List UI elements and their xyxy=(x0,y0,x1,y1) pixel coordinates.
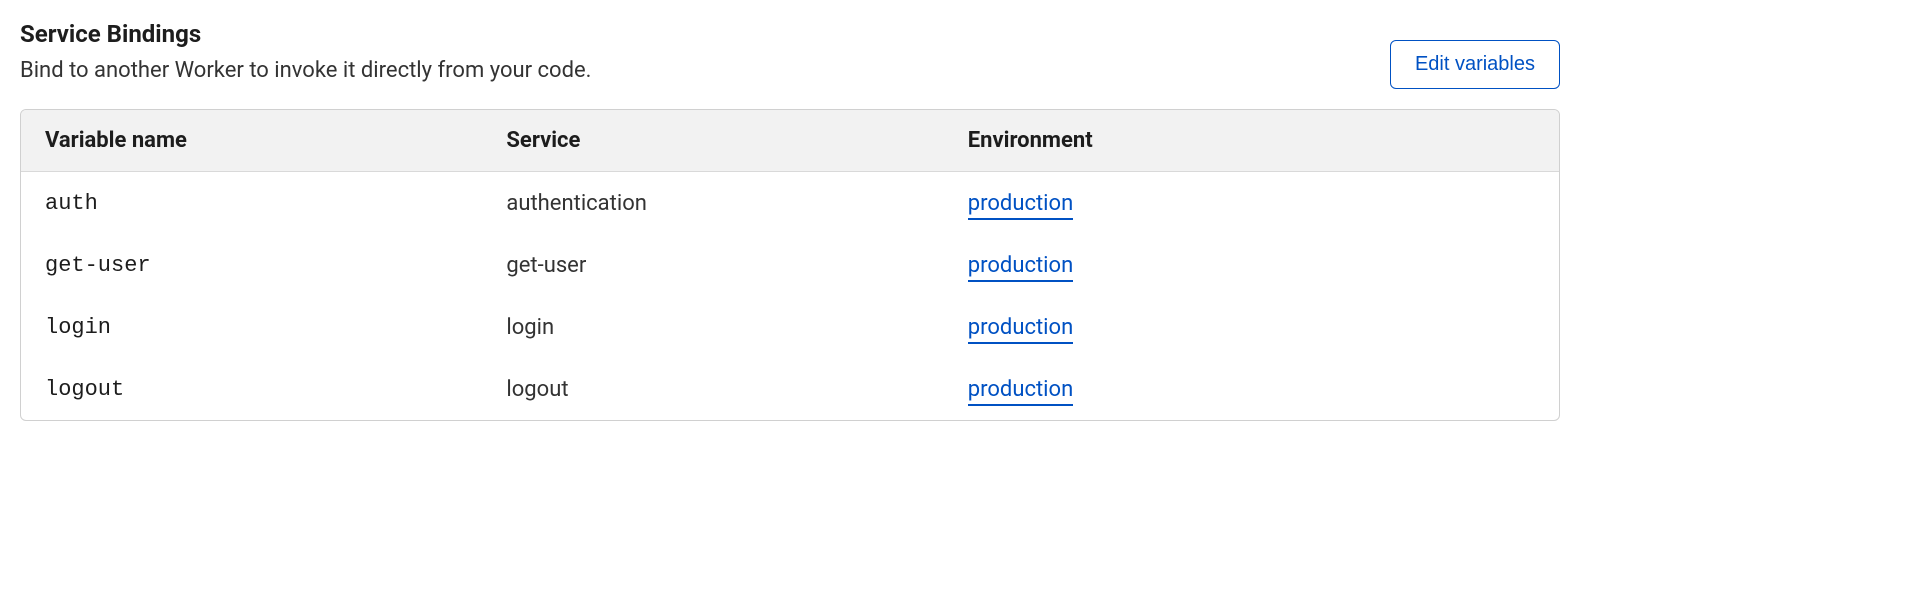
bindings-table: Variable name Service Environment auth a… xyxy=(21,110,1559,420)
variable-name-cell: login xyxy=(21,296,482,358)
environment-cell: production xyxy=(944,296,1559,358)
table-row: logout logout production xyxy=(21,358,1559,420)
service-bindings-section: Service Bindings Bind to another Worker … xyxy=(20,20,1560,421)
section-title: Service Bindings xyxy=(20,20,1390,48)
table-row: auth authentication production xyxy=(21,172,1559,235)
service-cell: login xyxy=(482,296,943,358)
environment-link[interactable]: production xyxy=(968,315,1073,344)
environment-cell: production xyxy=(944,172,1559,235)
environment-cell: production xyxy=(944,358,1559,420)
environment-cell: production xyxy=(944,234,1559,296)
table-header-row: Variable name Service Environment xyxy=(21,110,1559,172)
column-header-service: Service xyxy=(482,110,943,172)
variable-name-value: get-user xyxy=(45,253,151,278)
variable-name-cell: auth xyxy=(21,172,482,235)
environment-link[interactable]: production xyxy=(968,191,1073,220)
service-cell: authentication xyxy=(482,172,943,235)
service-cell: get-user xyxy=(482,234,943,296)
table-row: login login production xyxy=(21,296,1559,358)
table-row: get-user get-user production xyxy=(21,234,1559,296)
section-description: Bind to another Worker to invoke it dire… xyxy=(20,58,1390,83)
variable-name-value: login xyxy=(45,315,111,340)
variable-name-value: auth xyxy=(45,191,98,216)
edit-variables-button[interactable]: Edit variables xyxy=(1390,40,1560,89)
variable-name-cell: logout xyxy=(21,358,482,420)
environment-link[interactable]: production xyxy=(968,253,1073,282)
service-cell: logout xyxy=(482,358,943,420)
environment-link[interactable]: production xyxy=(968,377,1073,406)
column-header-environment: Environment xyxy=(944,110,1559,172)
bindings-table-wrapper: Variable name Service Environment auth a… xyxy=(20,109,1560,421)
section-header-text: Service Bindings Bind to another Worker … xyxy=(20,20,1390,83)
section-header: Service Bindings Bind to another Worker … xyxy=(20,20,1560,89)
column-header-variable-name: Variable name xyxy=(21,110,482,172)
variable-name-cell: get-user xyxy=(21,234,482,296)
variable-name-value: logout xyxy=(45,377,124,402)
